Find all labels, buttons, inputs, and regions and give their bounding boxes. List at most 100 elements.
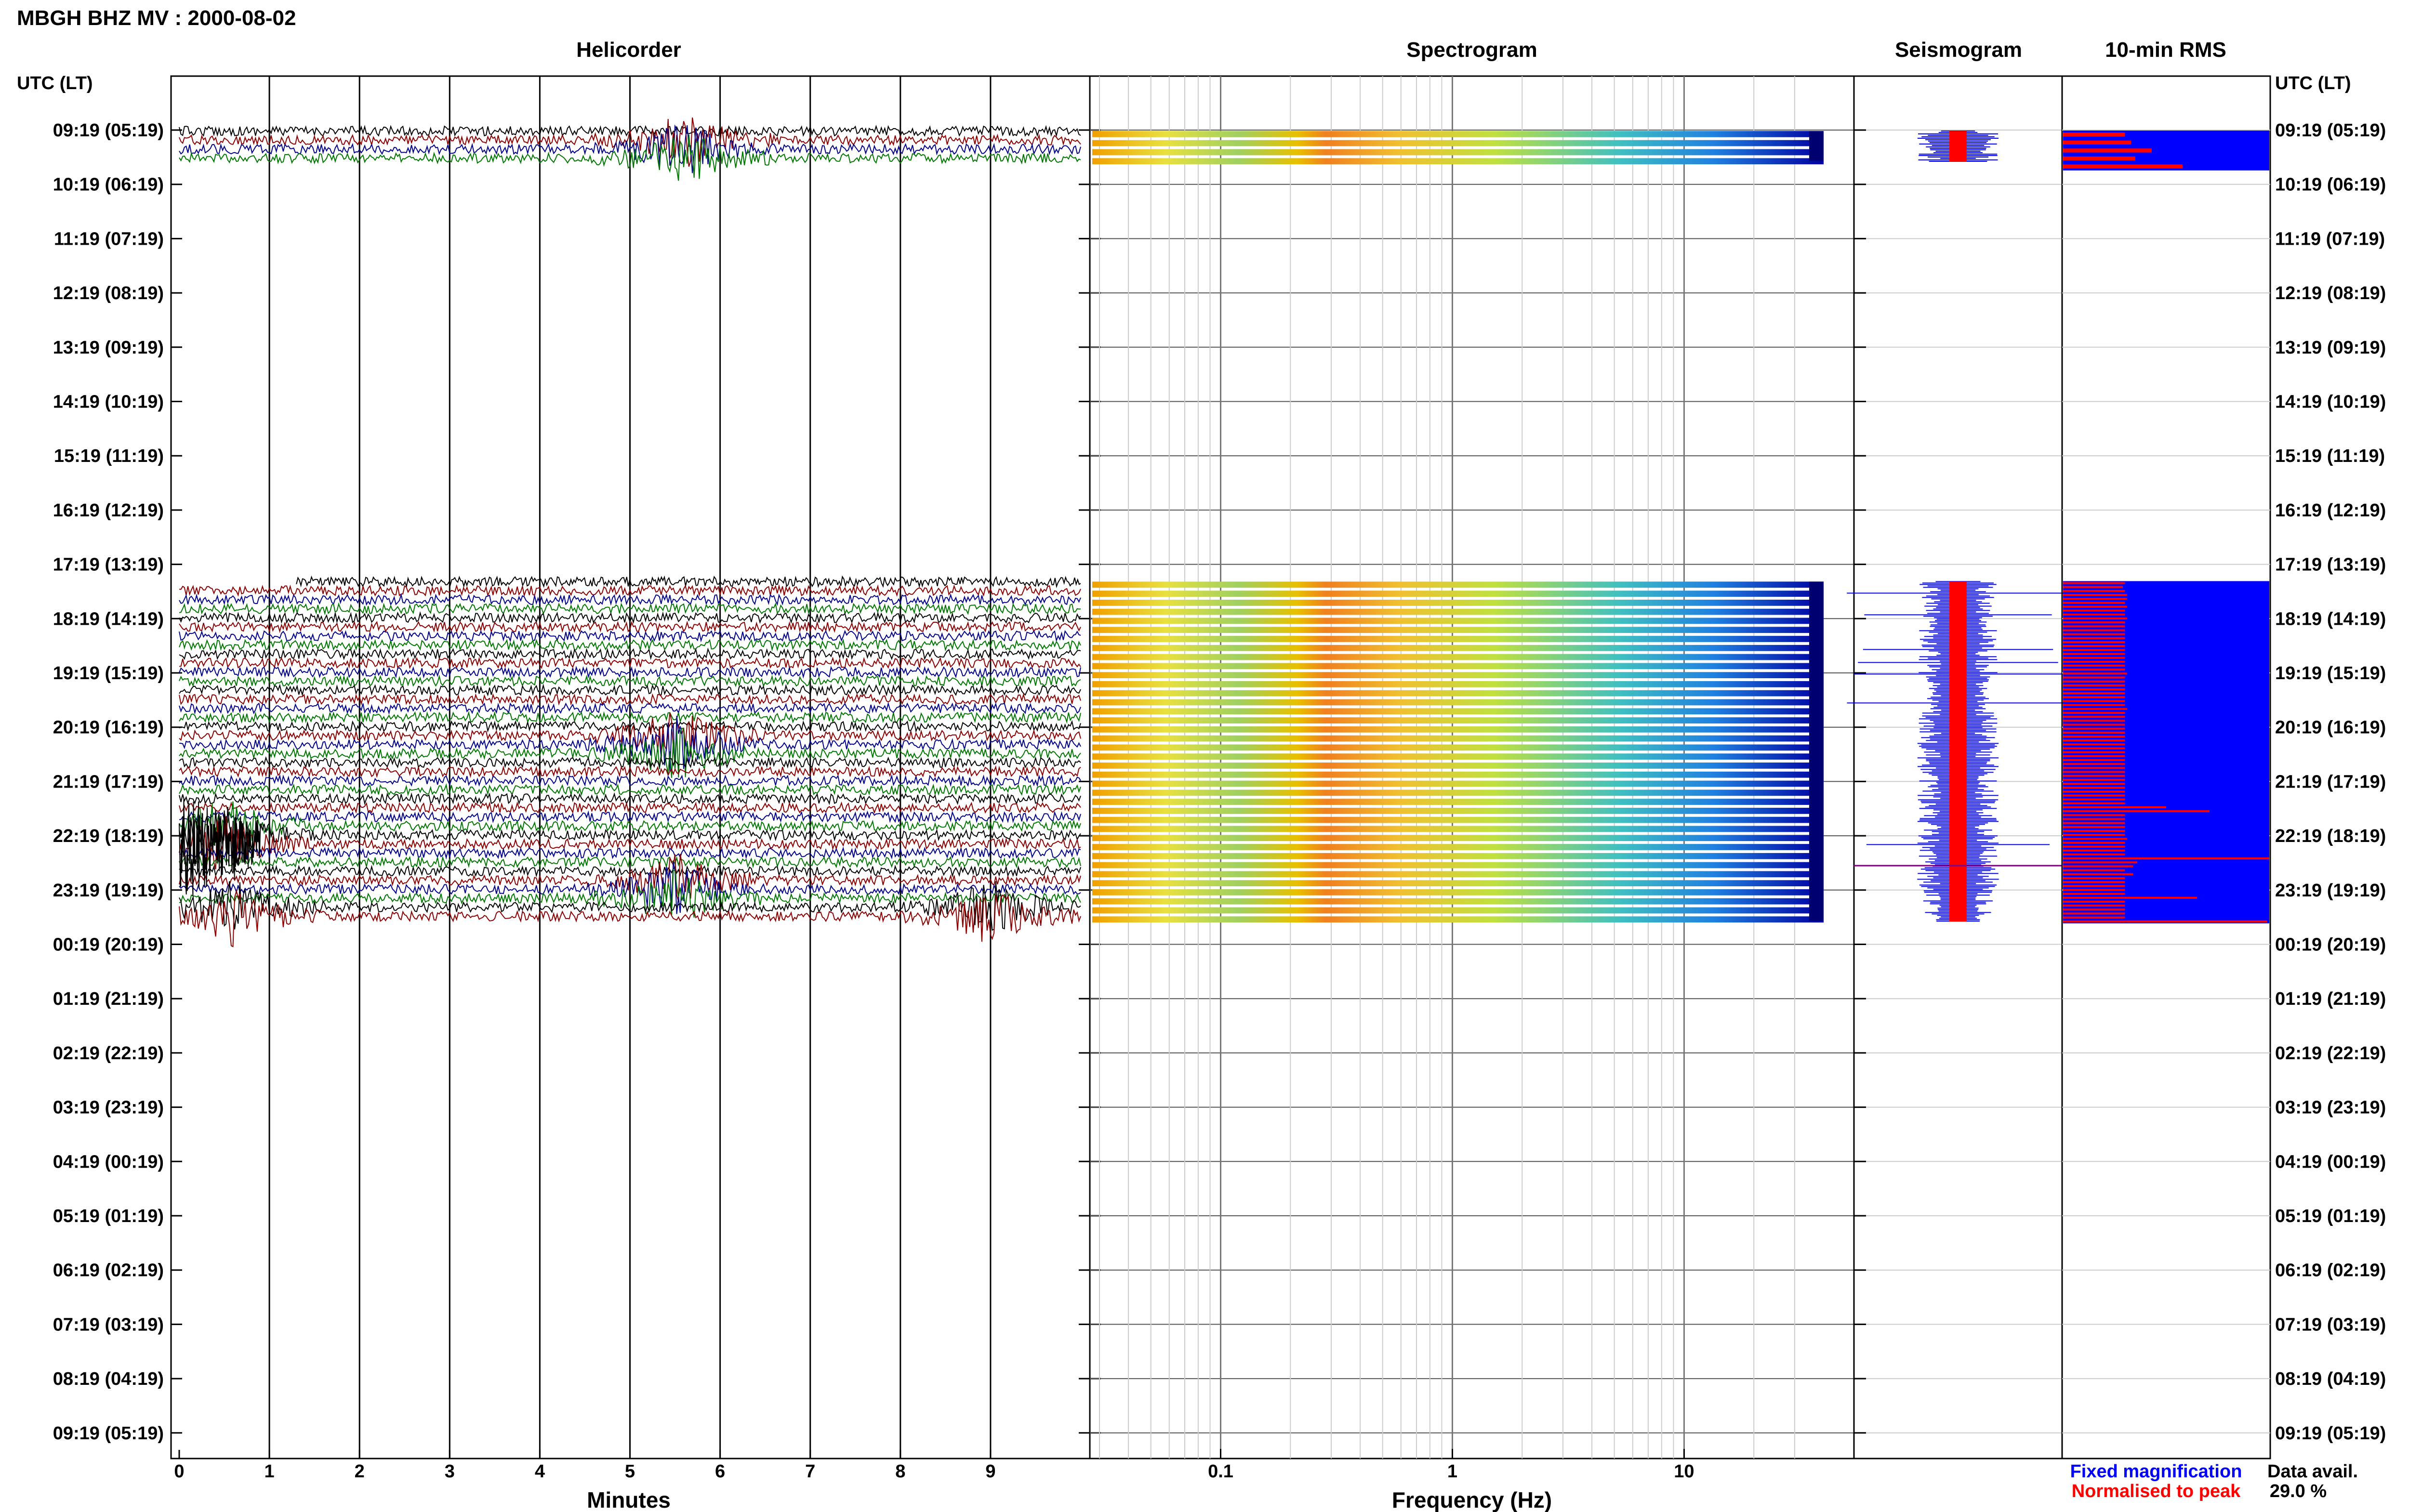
spectrogram-row: [1092, 835, 1824, 841]
time-label: 12:19 (08:19): [2275, 283, 2386, 303]
spectrogram-row: [1092, 654, 1824, 660]
time-label: 22:19 (18:19): [2275, 826, 2386, 846]
spectrogram-row: [1092, 591, 1824, 597]
rms-normalised-bar: [2063, 621, 2125, 624]
time-label: 09:19 (05:19): [2275, 120, 2386, 141]
time-label: 23:19 (19:19): [53, 881, 164, 901]
spectrogram-row: [1092, 862, 1824, 868]
spectrogram-row: [1092, 789, 1824, 796]
spectrogram-row: [1092, 581, 1824, 588]
rms-normalised-bar: [2063, 865, 2133, 868]
spectrogram-row: [1092, 627, 1824, 633]
spectrogram-row: [1092, 880, 1824, 887]
spectrogram-row: [1092, 608, 1824, 615]
time-label: 01:19 (21:19): [2275, 989, 2386, 1009]
data-avail-value: 29.0 %: [2270, 1481, 2327, 1501]
time-label: 03:19 (23:19): [2275, 1098, 2386, 1118]
rms-normalised-bar: [2063, 593, 2127, 596]
rms-normalised-bar: [2063, 653, 2125, 655]
spectrogram-row: [1092, 618, 1824, 624]
time-label: 22:19 (18:19): [53, 826, 164, 846]
helicorder-panel: 0 1 2 3 4 5 6 7 8 9: [170, 75, 1101, 1482]
rms-normalised-bar: [2063, 838, 2127, 840]
rms-normalised-bar: [2063, 810, 2210, 813]
rms-normalised-bar: [2063, 787, 2125, 789]
time-label: 16:19 (12:19): [2275, 500, 2386, 521]
time-label: 15:19 (11:19): [54, 446, 164, 466]
time-label: 14:19 (10:19): [2275, 392, 2386, 412]
rms-normalised-bar: [2063, 912, 2125, 915]
time-label: 17:19 (13:19): [2275, 555, 2386, 575]
helicorder-ticks: 0 1 2 3 4 5 6 7 8 9: [174, 1450, 995, 1482]
spectrogram-row: [1092, 889, 1824, 895]
rms-normalised-bar: [2063, 755, 2125, 757]
rms-normalised-bar: [2063, 609, 2125, 612]
spectrogram-highfreq-band: [1809, 131, 1824, 161]
rms-normalised-bar: [2063, 708, 2127, 710]
minute-tick-label: 4: [535, 1461, 545, 1482]
rms-normalised-bar: [2063, 814, 2125, 816]
time-axis-label-right: UTC (LT): [2275, 73, 2351, 93]
spectrogram-row: [1092, 807, 1824, 814]
time-label: 00:19 (20:19): [2275, 935, 2386, 955]
rms-normalised-bar: [2063, 893, 2125, 895]
time-label: 02:19 (22:19): [2275, 1043, 2386, 1064]
spectrogram-ticks: 0.1 1 10: [1208, 1449, 1694, 1482]
rms-normalised-bar: [2063, 664, 2125, 667]
time-label: 21:19 (17:19): [2275, 772, 2386, 792]
rms-normalised-bar: [2063, 920, 2267, 922]
spectrogram-row: [1092, 158, 1824, 165]
time-label: 17:19 (13:19): [53, 555, 164, 575]
rms-normalised-bar: [2063, 669, 2125, 671]
minute-tick-label: 2: [355, 1461, 365, 1482]
frequency-tick-label: 0.1: [1208, 1461, 1233, 1482]
seismogram-normalised: [1949, 131, 1967, 162]
rms-normalised-bar: [2063, 771, 2125, 773]
figure-title: MBGH BHZ MV : 2000-08-02: [17, 6, 296, 30]
helicorder-trace: [296, 575, 1081, 589]
rms-normalised-bar: [2063, 645, 2125, 647]
time-label: 10:19 (06:19): [2275, 175, 2386, 195]
time-label: 04:19 (00:19): [2275, 1152, 2386, 1172]
spectrogram-row: [1092, 149, 1824, 156]
spectrogram-row: [1092, 780, 1824, 787]
rms-normalised-bar: [2063, 586, 2123, 588]
helicorder-xlabel: Minutes: [587, 1487, 671, 1512]
rms-title: 10-min RMS: [2105, 38, 2226, 62]
time-label: 08:19 (04:19): [53, 1369, 164, 1389]
time-label: 11:19 (07:19): [54, 229, 164, 249]
rms-normalised-bar: [2063, 735, 2125, 738]
spectrogram-xlabel: Frequency (Hz): [1392, 1487, 1552, 1512]
rms-normalised-bar: [2063, 723, 2125, 726]
rms-normalised-bar: [2063, 633, 2125, 635]
spectrogram-row: [1092, 131, 1824, 137]
time-label: 16:19 (12:19): [53, 500, 164, 521]
time-label: 13:19 (09:19): [2275, 338, 2386, 358]
minute-tick-label: 7: [805, 1461, 815, 1482]
spectrogram-row: [1092, 663, 1824, 670]
rms-normalised-bar: [2063, 873, 2133, 875]
legend-normalised-to-peak: Normalised to peak: [2072, 1481, 2241, 1501]
rms-normalised-bar: [2063, 637, 2125, 639]
spectrogram-row: [1092, 599, 1824, 606]
spectrogram-rows: [1092, 131, 1824, 923]
rms-normalised-bar: [2063, 861, 2138, 864]
rms-normalised-bar: [2063, 889, 2125, 891]
spectrogram-row: [1092, 753, 1824, 760]
time-label: 15:19 (11:19): [2275, 446, 2385, 466]
spectrogram-row: [1092, 853, 1824, 859]
spectrogram-row: [1092, 708, 1824, 715]
time-label: 20:19 (16:19): [2275, 718, 2386, 738]
time-label: 13:19 (09:19): [53, 338, 164, 358]
rms-normalised-bar: [2063, 794, 2125, 797]
spectrogram-row: [1092, 690, 1824, 697]
rms-normalised-bar: [2063, 684, 2125, 686]
spectrogram-row: [1092, 771, 1824, 778]
rms-normalised-bar: [2063, 829, 2125, 832]
spectrogram-row: [1092, 907, 1824, 914]
rms-normalised-bar: [2063, 688, 2125, 691]
time-labels-left: 09:19 (05:19) 10:19 (06:19) 11:19 (07:19) 1…: [53, 120, 164, 1444]
seismogram-panel: [1847, 75, 2069, 1459]
time-label: 12:19 (08:19): [53, 283, 164, 303]
rms-normalised-bar: [2063, 140, 2131, 145]
